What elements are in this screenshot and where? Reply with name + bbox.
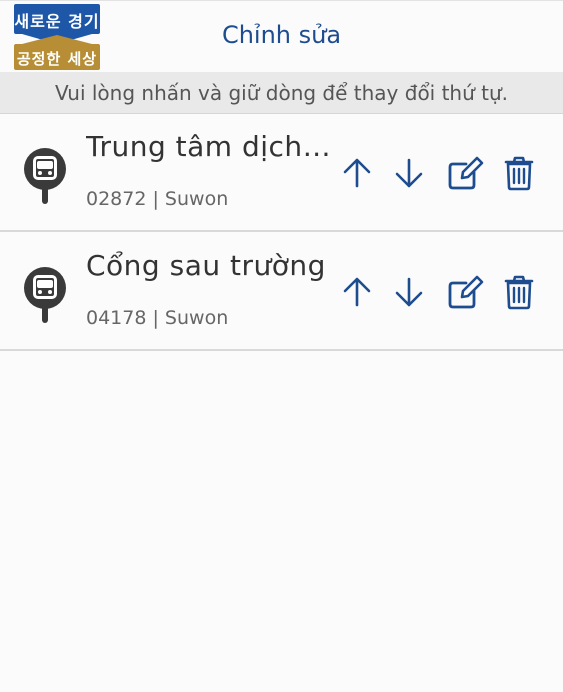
move-down-button[interactable] xyxy=(388,271,430,313)
edit-button[interactable] xyxy=(444,271,486,313)
logo-text-line1: 새로운 경기 xyxy=(14,12,100,31)
trash-icon xyxy=(504,156,534,191)
edit-button[interactable] xyxy=(444,152,486,194)
bus-stop-icon xyxy=(24,148,66,208)
edit-icon xyxy=(448,156,484,190)
delete-button[interactable] xyxy=(498,271,540,313)
list-item[interactable]: Trung tâm dịch vụ 02872 | Suwon xyxy=(0,114,563,232)
stop-name: Trung tâm dịch vụ xyxy=(86,130,331,163)
arrow-up-icon xyxy=(343,277,371,307)
delete-button[interactable] xyxy=(498,152,540,194)
arrow-down-icon xyxy=(395,158,423,188)
app-header: 새로운 경기 공정한 세상 Chỉnh sửa xyxy=(0,0,563,72)
stop-code-city: 04178 | Suwon xyxy=(86,307,229,329)
arrow-down-icon xyxy=(395,277,423,307)
arrow-up-icon xyxy=(343,158,371,188)
stop-code-city: 02872 | Suwon xyxy=(86,188,229,210)
edit-icon xyxy=(448,275,484,309)
reorder-hint: Vui lòng nhấn và giữ dòng để thay đổi th… xyxy=(0,72,563,114)
list-item[interactable]: Cổng sau trường 04178 | Suwon xyxy=(0,233,563,351)
move-up-button[interactable] xyxy=(336,152,378,194)
move-down-button[interactable] xyxy=(388,152,430,194)
move-up-button[interactable] xyxy=(336,271,378,313)
logo-text-line2: 공정한 세상 xyxy=(16,50,98,68)
trash-icon xyxy=(504,275,534,310)
bus-stop-icon xyxy=(24,267,66,327)
stop-name: Cổng sau trường xyxy=(86,249,326,282)
